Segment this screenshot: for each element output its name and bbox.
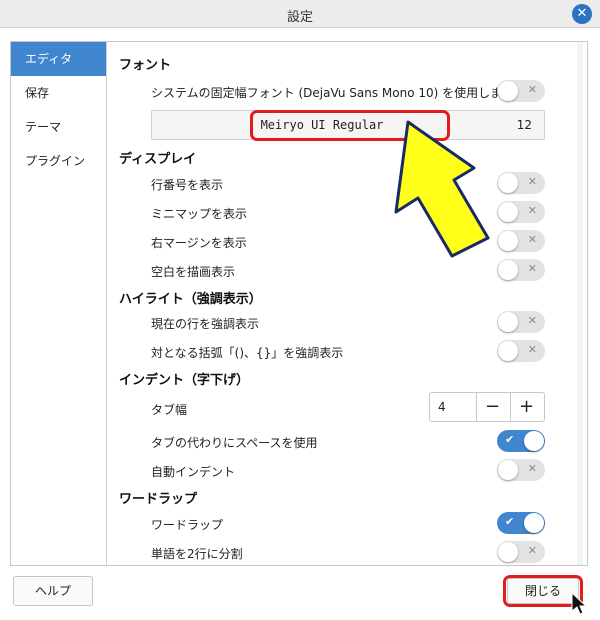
show-minimap-toggle[interactable]: ✕ [497,201,545,223]
settings-panel: エディタ 保存 テーマ プラグイン フォント システムの固定幅フォント (Dej… [10,41,588,566]
sidebar-item-plugins[interactable]: プラグイン [11,144,106,178]
section-title-highlight: ハイライト（強調表示） [119,292,262,307]
show-line-numbers-label: 行番号を表示 [151,178,224,192]
auto-indent-label: 自動インデント [151,465,236,479]
x-icon: ✕ [527,83,537,96]
draw-whitespace-toggle[interactable]: ✕ [497,259,545,281]
section-title-word-wrap: ワードラップ [119,492,198,507]
toggle-knob [498,312,518,332]
split-words-label: 単語を2行に分割 [151,547,243,561]
toggle-knob [498,341,518,361]
x-icon: ✕ [527,314,537,327]
section-title-font: フォント [119,58,172,73]
toggle-knob [498,231,518,251]
toggle-knob [498,460,518,480]
spaces-instead-of-tabs-label: タブの代わりにスペースを使用 [151,436,318,450]
close-icon[interactable]: ✕ [572,4,592,24]
mouse-cursor-icon [571,592,587,615]
show-right-margin-toggle[interactable]: ✕ [497,230,545,252]
x-icon: ✕ [527,204,537,217]
pointer-arrow-annotation [394,120,490,258]
spaces-instead-of-tabs-toggle[interactable]: ✔ [497,430,545,452]
highlight-current-line-toggle[interactable]: ✕ [497,311,545,333]
title-bar: 設定 ✕ [0,0,600,28]
toggle-knob [498,81,518,101]
window-title: 設定 [286,10,313,25]
highlight-brackets-label: 対となる括弧「()、{}」を強調表示 [151,346,344,360]
system-font-toggle[interactable]: ✕ [497,80,545,102]
decrement-button[interactable]: − [476,393,508,421]
auto-indent-toggle[interactable]: ✕ [497,459,545,481]
word-wrap-label: ワードラップ [151,518,224,532]
show-line-numbers-toggle[interactable]: ✕ [497,172,545,194]
x-icon: ✕ [527,233,537,246]
highlight-brackets-toggle[interactable]: ✕ [497,340,545,362]
toggle-knob [498,173,518,193]
toggle-knob [498,260,518,280]
show-right-margin-label: 右マージンを表示 [151,236,247,250]
font-size: 12 [516,118,532,132]
tab-width-value[interactable]: 4 [438,400,446,414]
system-font-label: システムの固定幅フォント (DejaVu Sans Mono 10) を使用しま… [151,86,515,100]
x-icon: ✕ [527,343,537,356]
x-icon: ✕ [527,544,537,557]
toggle-knob [524,513,544,533]
check-icon: ✔ [505,515,515,528]
tab-width-stepper[interactable]: 4 − + [429,392,545,422]
show-minimap-label: ミニマップを表示 [151,207,248,221]
x-icon: ✕ [527,175,537,188]
increment-button[interactable]: + [510,393,542,421]
sidebar-item-editor[interactable]: エディタ [11,42,106,76]
tab-width-label: タブ幅 [151,403,188,417]
check-icon: ✔ [505,433,515,446]
sidebar-item-save[interactable]: 保存 [11,76,106,110]
word-wrap-toggle[interactable]: ✔ [497,512,545,534]
toggle-knob [498,202,518,222]
x-icon: ✕ [527,462,537,475]
toggle-knob [524,431,544,451]
settings-sidebar: エディタ 保存 テーマ プラグイン [11,42,107,565]
editor-settings-content: フォント システムの固定幅フォント (DejaVu Sans Mono 10) … [109,42,583,565]
x-icon: ✕ [527,262,537,275]
sidebar-item-theme[interactable]: テーマ [11,110,106,144]
toggle-knob [498,542,518,562]
help-button[interactable]: ヘルプ [13,576,93,606]
split-words-toggle[interactable]: ✕ [497,541,545,563]
section-title-display: ディスプレイ [119,152,197,167]
draw-whitespace-label: 空白を描画表示 [151,265,236,279]
highlight-current-line-label: 現在の行を強調表示 [151,317,260,331]
scrollbar[interactable] [577,42,583,565]
section-title-indent: インデント（字下げ） [119,373,250,388]
